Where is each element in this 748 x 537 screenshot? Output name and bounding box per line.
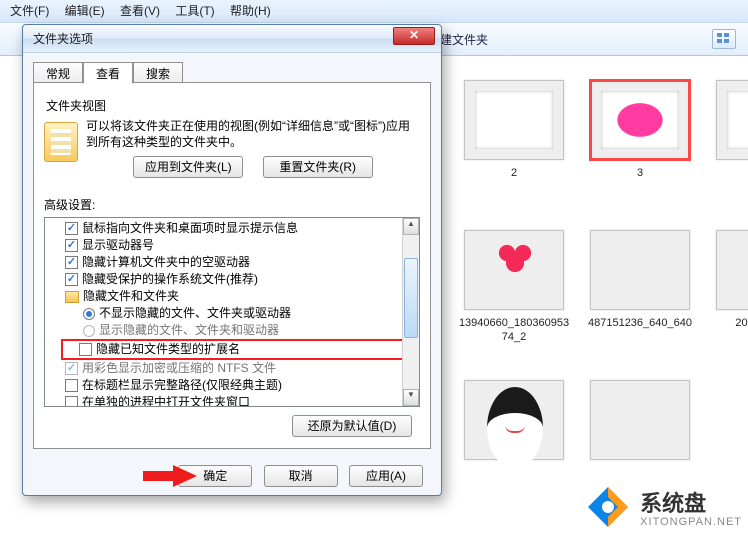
- tab-view[interactable]: 查看: [83, 62, 133, 84]
- checkbox-icon[interactable]: [65, 239, 78, 252]
- checkbox-icon[interactable]: [65, 362, 78, 375]
- logo-icon: [584, 483, 632, 531]
- dialog-footer: 确定 取消 应用(A): [23, 465, 441, 487]
- thumbnail-image: [464, 80, 564, 160]
- tree-item[interactable]: 鼠标指向文件夹和桌面项时显示提示信息: [65, 220, 419, 237]
- tree-item[interactable]: 显示驱动器号: [65, 237, 419, 254]
- apply-to-folders-button[interactable]: 应用到文件夹(L): [133, 156, 243, 178]
- thumbnails-area: 2 3 13940660_18036095374_2 487151236_640…: [448, 80, 748, 537]
- checkbox-icon[interactable]: [65, 256, 78, 269]
- restore-defaults-button[interactable]: 还原为默认值(D): [292, 415, 412, 437]
- folder-icon: [65, 291, 79, 303]
- tree-item-label: 隐藏计算机文件夹中的空驱动器: [82, 254, 250, 271]
- checkbox-icon[interactable]: [79, 343, 92, 356]
- cancel-button[interactable]: 取消: [264, 465, 338, 487]
- thumbnail-image: [590, 230, 690, 310]
- folder-view-description: 可以将该文件夹正在使用的视图(例如“详细信息”或“图标”)应用到所有这种类型的文…: [86, 118, 420, 150]
- tree-item-label: 用彩色显示加密或压缩的 NTFS 文件: [82, 360, 276, 377]
- checkbox-icon[interactable]: [65, 396, 78, 407]
- radio-icon[interactable]: [83, 308, 95, 320]
- checkbox-icon[interactable]: [65, 273, 78, 286]
- dialog-title: 文件夹选项: [33, 30, 93, 47]
- thumbnail-image: [464, 380, 564, 460]
- tree-item-label: 隐藏已知文件类型的扩展名: [96, 341, 240, 358]
- tree-item-label: 鼠标指向文件夹和桌面项时显示提示信息: [82, 220, 298, 237]
- thumbnail-image: [716, 80, 748, 160]
- tree-item[interactable]: 不显示隐藏的文件、文件夹或驱动器: [83, 305, 419, 322]
- thumbnail-item[interactable]: 20126_sLBJ: [706, 230, 748, 330]
- tree-item[interactable]: 在单独的进程中打开文件夹窗口: [65, 394, 419, 407]
- scroll-thumb[interactable]: [404, 258, 418, 338]
- menu-help[interactable]: 帮助(H): [230, 4, 271, 18]
- tree-item-label: 显示驱动器号: [82, 237, 154, 254]
- thumbnail-item[interactable]: 487151236_640_640: [580, 230, 700, 330]
- tree-item[interactable]: 显示隐藏的文件、文件夹和驱动器: [83, 322, 419, 339]
- thumbnail-image: [590, 80, 690, 160]
- menu-file[interactable]: 文件(F): [10, 4, 49, 18]
- folder-options-dialog: 文件夹选项 ✕ 常规查看搜索 文件夹视图 可以将该文件夹正在使用的视图(例如“详…: [22, 24, 442, 496]
- menu-edit[interactable]: 编辑(E): [65, 4, 105, 18]
- tree-item[interactable]: 隐藏已知文件类型的扩展名: [79, 341, 415, 358]
- thumbnail-caption: 2: [454, 166, 574, 180]
- folder-view-group-label: 文件夹视图: [46, 97, 420, 114]
- advanced-settings-label: 高级设置:: [44, 196, 420, 213]
- tree-item-label: 隐藏受保护的操作系统文件(推荐): [82, 271, 258, 288]
- thumbnail-item[interactable]: 13940660_18036095374_2: [454, 230, 574, 344]
- thumbnail-image: [464, 230, 564, 310]
- thumbnail-image: [716, 230, 748, 310]
- tree-item-label: 在标题栏显示完整路径(仅限经典主题): [82, 377, 282, 394]
- scroll-down-icon[interactable]: ▼: [403, 389, 419, 406]
- tab-page-view: 文件夹视图 可以将该文件夹正在使用的视图(例如“详细信息”或“图标”)应用到所有…: [33, 82, 431, 449]
- watermark-logo: 系统盘 XITONGPAN.NET: [584, 483, 742, 531]
- view-mode-icon[interactable]: [712, 29, 736, 49]
- thumbnail-item[interactable]: [580, 380, 700, 466]
- logo-url: XITONGPAN.NET: [640, 516, 742, 528]
- tree-item-label: 不显示隐藏的文件、文件夹或驱动器: [99, 305, 291, 322]
- tab-general[interactable]: 常规: [33, 62, 83, 84]
- advanced-settings-tree[interactable]: 鼠标指向文件夹和桌面项时显示提示信息显示驱动器号隐藏计算机文件夹中的空驱动器隐藏…: [44, 217, 420, 407]
- tree-item-label: 显示隐藏的文件、文件夹和驱动器: [99, 322, 279, 339]
- logo-brand: 系统盘: [640, 491, 706, 516]
- toolbar-new-folder[interactable]: 建文件夹: [440, 31, 488, 48]
- tab-search[interactable]: 搜索: [133, 62, 183, 84]
- tree-item-label: 在单独的进程中打开文件夹窗口: [82, 394, 250, 407]
- thumbnail-caption: 487151236_640_640: [580, 316, 700, 330]
- thumbnail-item[interactable]: 3: [580, 80, 700, 180]
- thumbnail-item[interactable]: [454, 380, 574, 466]
- menu-tools[interactable]: 工具(T): [175, 4, 214, 18]
- checkbox-icon[interactable]: [65, 379, 78, 392]
- tree-item[interactable]: 隐藏计算机文件夹中的空驱动器: [65, 254, 419, 271]
- thumbnail-item[interactable]: 2: [454, 80, 574, 180]
- parent-menubar[interactable]: 文件(F) 编辑(E) 查看(V) 工具(T) 帮助(H): [0, 0, 748, 22]
- tree-item[interactable]: 在标题栏显示完整路径(仅限经典主题): [65, 377, 419, 394]
- tree-item[interactable]: 隐藏受保护的操作系统文件(推荐): [65, 271, 419, 288]
- tree-item[interactable]: 隐藏文件和文件夹: [65, 288, 419, 305]
- checkbox-icon[interactable]: [65, 222, 78, 235]
- tree-item-label: 隐藏文件和文件夹: [83, 288, 179, 305]
- tree-item[interactable]: 用彩色显示加密或压缩的 NTFS 文件: [65, 360, 419, 377]
- folder-view-icon: [44, 122, 78, 162]
- scroll-up-icon[interactable]: ▲: [403, 218, 419, 235]
- radio-icon[interactable]: [83, 325, 95, 337]
- annotation-arrow-icon: [141, 465, 197, 487]
- thumbnail-caption: 13940660_18036095374_2: [454, 316, 574, 344]
- close-button[interactable]: ✕: [393, 27, 435, 45]
- menu-view[interactable]: 查看(V): [120, 4, 160, 18]
- tabstrip: 常规查看搜索: [33, 61, 431, 83]
- scrollbar[interactable]: ▲ ▼: [402, 218, 419, 406]
- thumbnail-image: [590, 380, 690, 460]
- thumbnail-caption: 3: [580, 166, 700, 180]
- apply-button[interactable]: 应用(A): [349, 465, 423, 487]
- reset-folders-button[interactable]: 重置文件夹(R): [263, 156, 373, 178]
- thumbnail-caption: 20126_sLBJ: [706, 316, 748, 330]
- annotation-highlight: 隐藏已知文件类型的扩展名: [61, 339, 419, 360]
- thumbnail-item[interactable]: [706, 80, 748, 166]
- dialog-titlebar[interactable]: 文件夹选项 ✕: [23, 25, 441, 53]
